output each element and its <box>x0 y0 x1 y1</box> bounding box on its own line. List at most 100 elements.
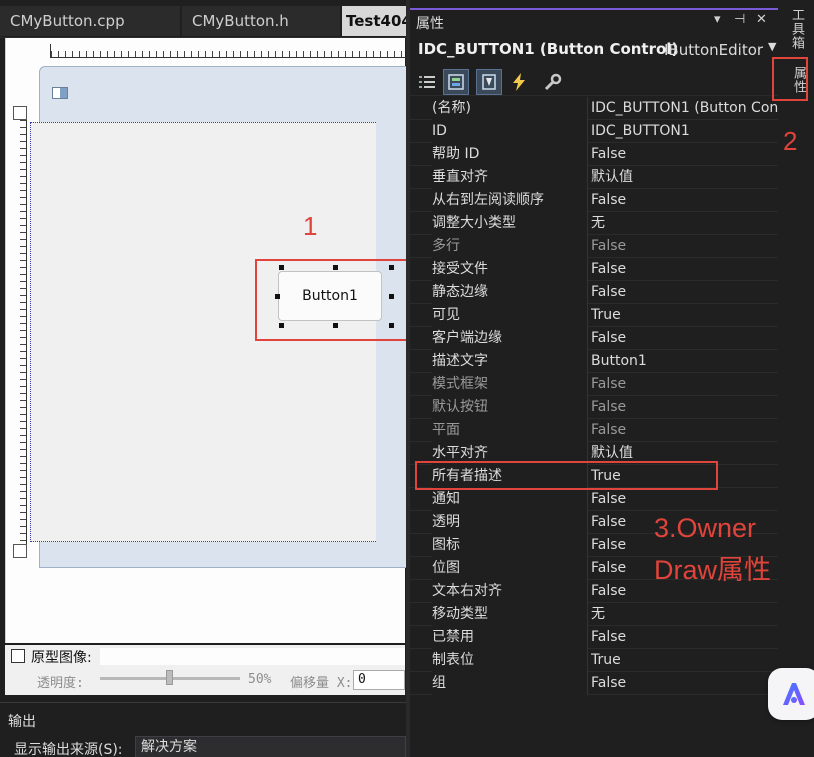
column-divider[interactable] <box>587 189 588 212</box>
column-divider[interactable] <box>587 649 588 672</box>
chevron-down-icon[interactable]: ▼ <box>768 40 776 53</box>
property-name: 接受文件 <box>432 258 588 281</box>
property-value[interactable]: 无 <box>591 212 778 235</box>
column-divider[interactable] <box>587 212 588 235</box>
property-value[interactable]: False <box>591 488 778 511</box>
property-value[interactable]: False <box>591 327 778 350</box>
property-row[interactable]: 模式框架 False <box>410 373 778 396</box>
property-row[interactable]: 组 False <box>410 672 778 695</box>
column-divider[interactable] <box>587 143 588 166</box>
property-row[interactable]: 客户端边缘 False <box>410 327 778 350</box>
categorized-view-icon[interactable] <box>414 69 440 95</box>
horizontal-ruler <box>50 44 406 58</box>
property-row[interactable]: ID IDC_BUTTON1 <box>410 120 778 143</box>
property-value[interactable]: IDC_BUTTON1 <box>591 120 778 143</box>
annotation-label-2: 2 <box>783 126 798 156</box>
right-dock-strip: 工具箱 属性 <box>778 0 814 757</box>
column-divider[interactable] <box>587 511 588 534</box>
object-selector[interactable]: IDC_BUTTON1 (Button Control) IButtonEdit… <box>414 38 778 64</box>
lightning-events-icon[interactable] <box>506 69 532 95</box>
close-icon[interactable]: ✕ <box>756 12 767 27</box>
property-row[interactable]: 默认按钮 False <box>410 396 778 419</box>
property-value[interactable]: True <box>591 649 778 672</box>
offset-x-input[interactable]: 0 <box>353 670 405 690</box>
column-divider[interactable] <box>587 626 588 649</box>
tab-cmybutton-h[interactable]: CMyButton.h <box>182 6 340 36</box>
property-value[interactable]: False <box>591 189 778 212</box>
property-value[interactable]: False <box>591 143 778 166</box>
property-name: (名称) <box>432 97 588 120</box>
ruler-guide-handle-top[interactable] <box>13 106 27 120</box>
column-divider[interactable] <box>587 557 588 580</box>
property-row[interactable]: 平面 False <box>410 419 778 442</box>
property-row[interactable]: 垂直对齐 默认值 <box>410 166 778 189</box>
column-divider[interactable] <box>587 603 588 626</box>
column-divider[interactable] <box>587 258 588 281</box>
column-divider[interactable] <box>587 488 588 511</box>
property-name: 组 <box>432 672 588 695</box>
column-divider[interactable] <box>587 235 588 258</box>
property-value[interactable]: False <box>591 235 778 258</box>
prototype-image-checkbox[interactable] <box>11 649 25 663</box>
column-divider[interactable] <box>587 97 588 120</box>
property-name: 位图 <box>432 557 588 580</box>
property-row[interactable]: 调整大小类型无 <box>410 212 778 235</box>
tab-cmybutton-cpp[interactable]: CMyButton.cpp <box>0 6 180 36</box>
property-row[interactable]: 帮助 ID False <box>410 143 778 166</box>
property-row[interactable]: 制表位 True <box>410 649 778 672</box>
column-divider[interactable] <box>587 166 588 189</box>
property-name: ID <box>432 120 588 143</box>
property-pages-icon[interactable] <box>540 69 566 95</box>
property-value[interactable]: Button1 <box>591 350 778 373</box>
property-row[interactable]: 可见 True <box>410 304 778 327</box>
property-value[interactable]: 无 <box>591 603 778 626</box>
output-source-select[interactable]: 解决方案 <box>135 736 406 757</box>
ruler-guide-handle-bottom[interactable] <box>13 544 27 558</box>
column-divider[interactable] <box>587 120 588 143</box>
prototype-image-label: 原型图像: <box>31 650 92 666</box>
property-name: 移动类型 <box>432 603 588 626</box>
opacity-slider-thumb[interactable] <box>166 670 173 685</box>
property-row[interactable]: 接受文件 False <box>410 258 778 281</box>
column-divider[interactable] <box>587 281 588 304</box>
property-value[interactable]: False <box>591 672 778 695</box>
property-value[interactable]: True <box>591 304 778 327</box>
column-divider[interactable] <box>587 672 588 695</box>
column-divider[interactable] <box>587 419 588 442</box>
properties-header: 属性 ▾ ⊣ ✕ <box>410 10 778 36</box>
property-row[interactable]: 静态边缘 False <box>410 281 778 304</box>
property-value[interactable]: False <box>591 281 778 304</box>
column-divider[interactable] <box>587 373 588 396</box>
dropdown-arrow-icon[interactable]: ▾ <box>714 12 721 27</box>
pin-icon[interactable]: ⊣ <box>734 12 745 27</box>
property-value[interactable]: False <box>591 373 778 396</box>
properties-toolbar <box>410 66 778 96</box>
column-divider[interactable] <box>587 350 588 373</box>
assistant-launcher-icon[interactable] <box>768 668 814 720</box>
property-value[interactable]: 默认值 <box>591 166 778 189</box>
property-value[interactable]: False <box>591 419 778 442</box>
column-divider[interactable] <box>587 534 588 557</box>
opacity-row: 透明度: 50% 偏移量 X: 0 <box>5 667 405 695</box>
column-divider[interactable] <box>587 580 588 603</box>
property-name: 静态边缘 <box>432 281 588 304</box>
property-row[interactable]: 多行 False <box>410 235 778 258</box>
property-row[interactable]: 移动类型无 <box>410 603 778 626</box>
column-divider[interactable] <box>587 327 588 350</box>
property-row[interactable]: (名称)IDC_BUTTON1 (Button Control) <box>410 97 778 120</box>
property-value[interactable]: False <box>591 396 778 419</box>
properties-view-icon[interactable] <box>443 69 469 95</box>
property-row[interactable]: 已禁用 False <box>410 626 778 649</box>
tab-test404-active[interactable]: Test404 <box>342 6 406 36</box>
property-name: 文本右对齐 <box>432 580 588 603</box>
property-row[interactable]: 通知 False <box>410 488 778 511</box>
property-row[interactable]: 描述文字 Button1 <box>410 350 778 373</box>
column-divider[interactable] <box>587 304 588 327</box>
property-row[interactable]: 从右到左阅读顺序 False <box>410 189 778 212</box>
column-divider[interactable] <box>587 396 588 419</box>
control-events-icon[interactable] <box>476 69 502 95</box>
property-value[interactable]: IDC_BUTTON1 (Button Control) <box>591 97 778 120</box>
property-value[interactable]: False <box>591 626 778 649</box>
dock-tab-toolbox[interactable]: 工具箱 <box>782 8 806 50</box>
property-value[interactable]: False <box>591 258 778 281</box>
